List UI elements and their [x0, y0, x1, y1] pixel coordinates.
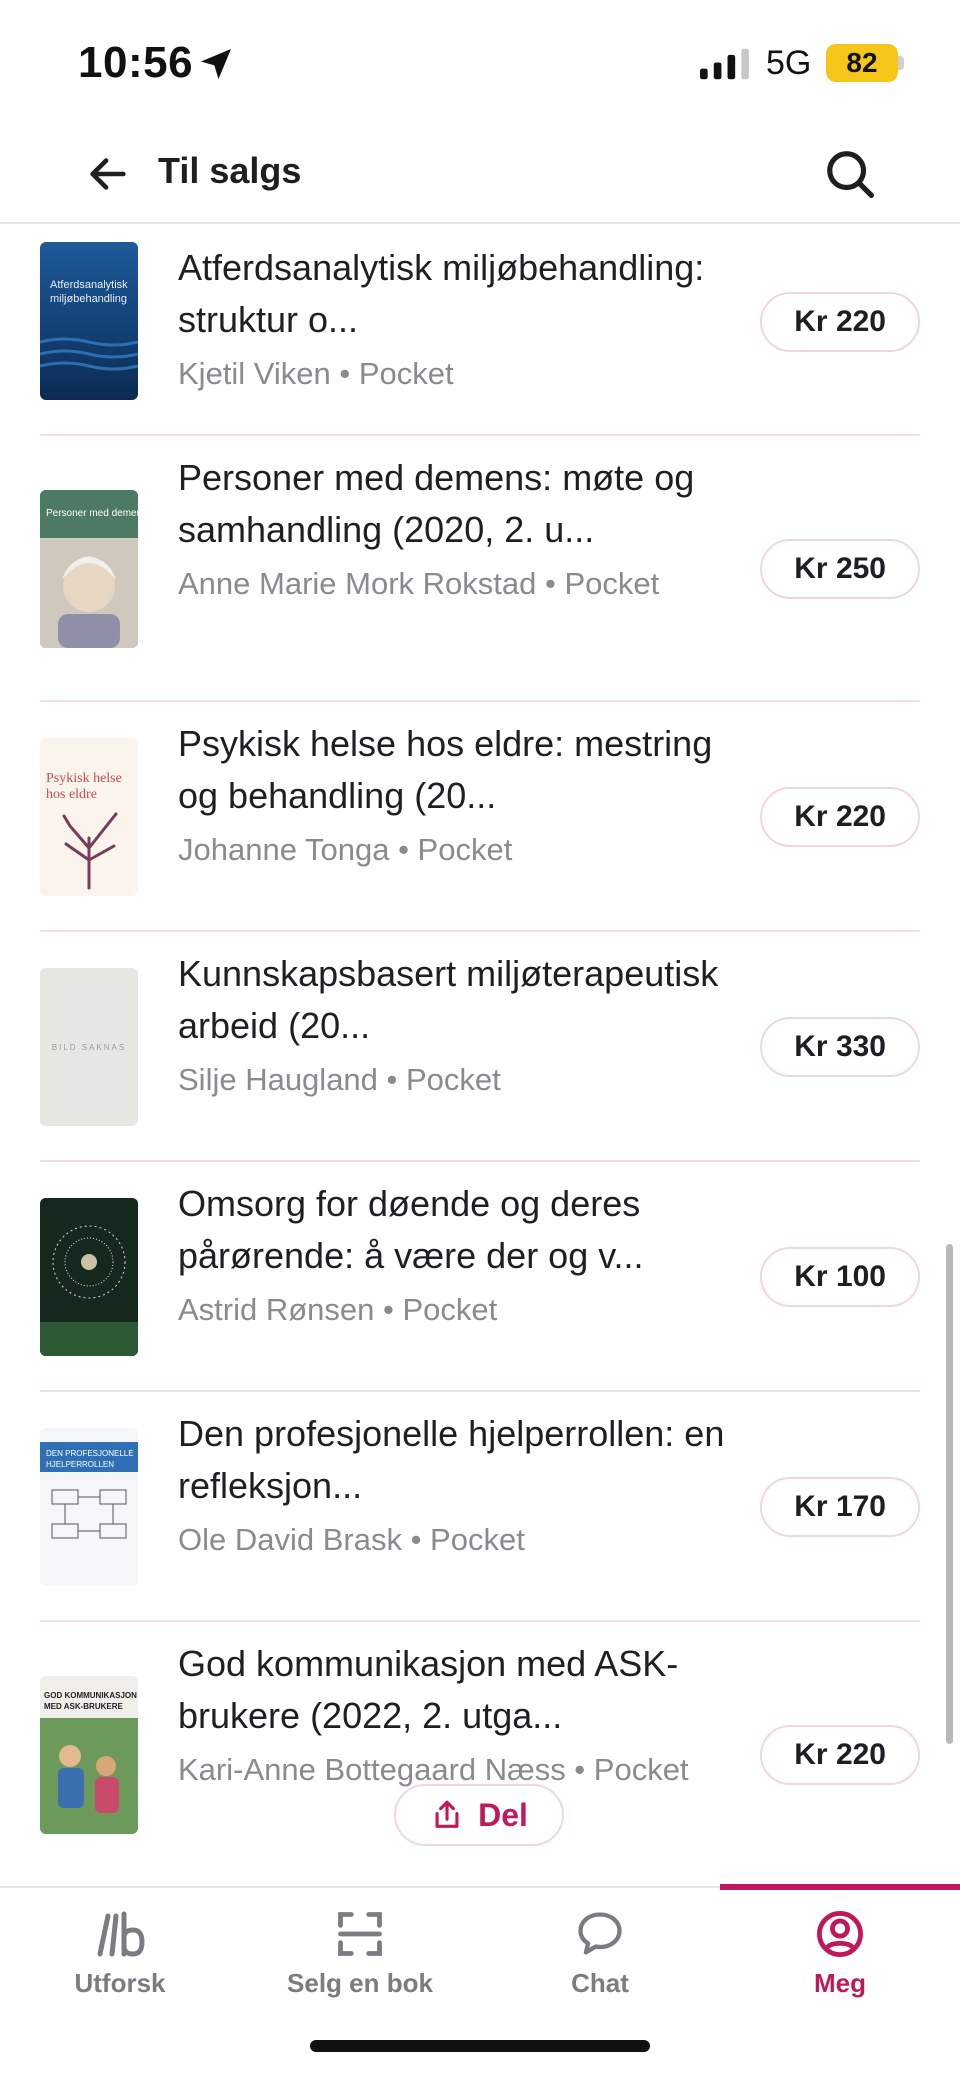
- list-item[interactable]: DEN PROFESJONELLE HJELPERROLLEN Den prof…: [40, 1392, 920, 1622]
- cover-art: [40, 1198, 138, 1356]
- book-meta: Astrid Rønsen • Pocket: [178, 1292, 498, 1327]
- svg-text:GOD KOMMUNIKASJON: GOD KOMMUNIKASJON: [44, 1691, 137, 1700]
- listing-text: Den profesjonelle hjelperrollen: en refl…: [178, 1408, 748, 1560]
- svg-text:Atferdsanalytisk: Atferdsanalytisk: [50, 279, 128, 291]
- book-title: Personer med demens: møte og samhandling…: [178, 457, 695, 550]
- book-cover: Psykisk helse hos eldre: [40, 738, 138, 896]
- battery-indicator: 82: [826, 44, 898, 82]
- share-icon: [435, 1800, 459, 1828]
- listing-text: Personer med demens: møte og samhandling…: [178, 452, 748, 604]
- share-button[interactable]: Del: [394, 1784, 564, 1846]
- tab-label: Utforsk: [74, 1968, 166, 1998]
- battery-level: 82: [846, 47, 878, 78]
- page-title: Til salgs: [158, 150, 302, 191]
- top-app-bar: Til salgs: [0, 120, 960, 224]
- location-arrow-icon: [201, 49, 231, 79]
- listing-list[interactable]: Atferdsanalytisk miljøbehandling Atferds…: [0, 226, 960, 1886]
- list-item[interactable]: Omsorg for døende og deres pårørende: å …: [40, 1162, 920, 1392]
- search-icon: [827, 151, 874, 198]
- book-cover: Atferdsanalytisk miljøbehandling: [40, 242, 138, 400]
- cover-art: Psykisk helse hos eldre: [46, 771, 122, 890]
- book-cover: Personer med demens: [40, 490, 138, 648]
- listing-text: Psykisk helse hos eldre: mestring og beh…: [178, 718, 748, 870]
- cover-art: Atferdsanalytisk miljøbehandling: [40, 279, 138, 371]
- book-cover: GOD KOMMUNIKASJON MED ASK-BRUKERE: [40, 1676, 138, 1834]
- tab-chat[interactable]: Chat: [480, 1888, 720, 2018]
- tab-meg[interactable]: Meg: [720, 1888, 960, 2018]
- scrollbar[interactable]: [946, 1244, 953, 1744]
- list-item[interactable]: Psykisk helse hos eldre Psykisk helse ho…: [40, 702, 920, 932]
- book-title: Psykisk helse hos eldre: mestring og beh…: [178, 723, 713, 816]
- svg-text:Personer med demens: Personer med demens: [46, 508, 138, 519]
- price-badge[interactable]: Kr 170: [760, 1477, 920, 1537]
- arrow-left-icon: [90, 158, 126, 190]
- tab-label: Chat: [571, 1968, 629, 1998]
- cover-art: Personer med demens: [40, 490, 138, 648]
- book-meta: Ole David Brask • Pocket: [178, 1522, 525, 1557]
- price-badge[interactable]: Kr 250: [760, 539, 920, 599]
- price-badge[interactable]: Kr 220: [760, 292, 920, 352]
- listing-text: God kommunikasjon med ASK-brukere (2022,…: [178, 1638, 748, 1790]
- lb-logo-icon: [97, 1911, 145, 1957]
- svg-text:DEN PROFESJONELLE: DEN PROFESJONELLE: [46, 1449, 134, 1458]
- network-label: 5G: [766, 44, 812, 82]
- book-title: God kommunikasjon med ASK-brukere (2022,…: [178, 1643, 679, 1736]
- tab-label: Selg en bok: [287, 1968, 433, 1998]
- cover-placeholder-text: BILD SAKNAS: [51, 1042, 127, 1052]
- book-cover: [40, 1198, 138, 1356]
- tab-utforsk[interactable]: Utforsk: [0, 1888, 240, 2018]
- search-button[interactable]: [818, 142, 882, 206]
- profile-icon: [817, 1911, 863, 1957]
- book-meta: Anne Marie Mork Rokstad • Pocket: [178, 566, 660, 601]
- share-label: Del: [478, 1796, 528, 1833]
- svg-text:miljøbehandling: miljøbehandling: [50, 293, 127, 305]
- svg-text:Psykisk helse: Psykisk helse: [46, 771, 122, 786]
- battery-tip: [898, 56, 904, 70]
- book-meta: Kjetil Viken • Pocket: [178, 356, 454, 391]
- tab-selg-en-bok[interactable]: Selg en bok: [240, 1888, 480, 2018]
- cover-art: DEN PROFESJONELLE HJELPERROLLEN: [40, 1442, 138, 1539]
- book-title: Den profesjonelle hjelperrollen: en refl…: [178, 1413, 725, 1506]
- status-bar: 10:56 5G 82: [0, 0, 960, 120]
- list-item[interactable]: GOD KOMMUNIKASJON MED ASK-BRUKERE God ko…: [40, 1622, 920, 1886]
- back-button[interactable]: [78, 144, 138, 204]
- cover-art: GOD KOMMUNIKASJON MED ASK-BRUKERE: [40, 1691, 138, 1834]
- price-badge[interactable]: Kr 220: [760, 787, 920, 847]
- svg-text:HJELPERROLLEN: HJELPERROLLEN: [46, 1460, 114, 1469]
- list-item[interactable]: Personer med demens Personer med demens:…: [40, 436, 920, 702]
- book-meta: Johanne Tonga • Pocket: [178, 832, 513, 867]
- home-indicator: [310, 2040, 650, 2052]
- book-cover: DEN PROFESJONELLE HJELPERROLLEN: [40, 1428, 138, 1586]
- list-item[interactable]: BILD SAKNAS Kunnskapsbasert miljøterapeu…: [40, 932, 920, 1162]
- signal-icon: [700, 48, 749, 80]
- book-title: Atferdsanalytisk miljøbehandling: strukt…: [178, 247, 705, 340]
- book-title: Omsorg for døende og deres pårørende: å …: [178, 1183, 644, 1276]
- price-badge[interactable]: Kr 220: [760, 1725, 920, 1785]
- listing-text: Atferdsanalytisk miljøbehandling: strukt…: [178, 242, 748, 394]
- listing-text: Kunnskapsbasert miljøterapeutisk arbeid …: [178, 948, 748, 1100]
- list-item[interactable]: Atferdsanalytisk miljøbehandling Atferds…: [40, 226, 920, 436]
- price-badge[interactable]: Kr 330: [760, 1017, 920, 1077]
- scan-icon: [338, 1912, 382, 1956]
- price-badge[interactable]: Kr 100: [760, 1247, 920, 1307]
- svg-text:MED ASK-BRUKERE: MED ASK-BRUKERE: [44, 1702, 123, 1711]
- chat-bubble-icon: [578, 1912, 622, 1955]
- book-meta: Silje Haugland • Pocket: [178, 1062, 501, 1097]
- status-time: 10:56: [78, 38, 194, 87]
- svg-text:hos eldre: hos eldre: [46, 787, 97, 802]
- tab-label: Meg: [814, 1968, 866, 1998]
- book-title: Kunnskapsbasert miljøterapeutisk arbeid …: [178, 953, 719, 1046]
- listing-text: Omsorg for døende og deres pårørende: å …: [178, 1178, 748, 1330]
- book-cover: BILD SAKNAS: [40, 968, 138, 1126]
